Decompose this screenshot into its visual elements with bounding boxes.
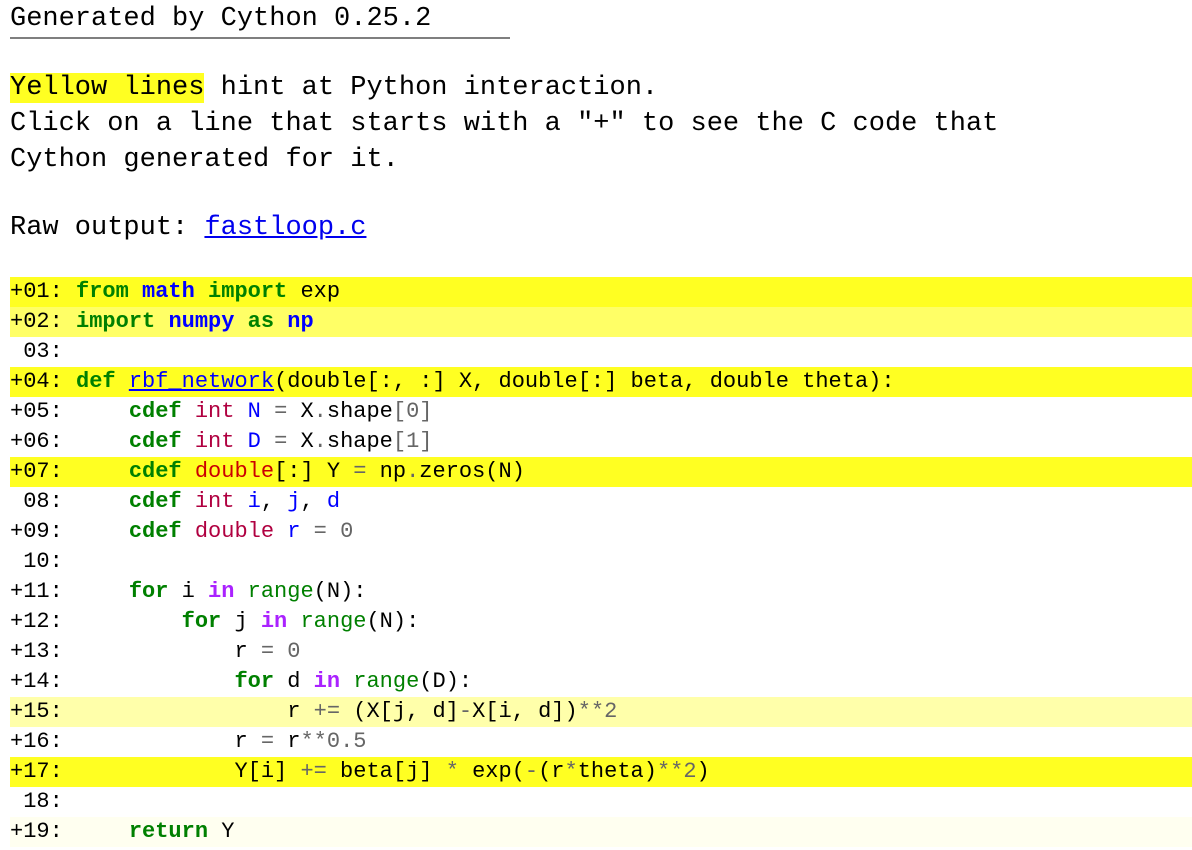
intro-line1-rest: hint at Python interaction. xyxy=(204,73,659,103)
line-number: +14: xyxy=(10,669,63,694)
code-line-11[interactable]: +11: for i in range(N): xyxy=(10,577,1192,607)
code-line-03: 03: xyxy=(10,337,1192,367)
line-number: +11: xyxy=(10,579,63,604)
code-line-12[interactable]: +12: for j in range(N): xyxy=(10,607,1192,637)
line-number: +13: xyxy=(10,639,63,664)
code-line-10: 10: xyxy=(10,547,1192,577)
intro-text: Yellow lines hint at Python interaction.… xyxy=(10,70,998,178)
line-number: +07: xyxy=(10,459,63,484)
code-line-16[interactable]: +16: r = r**0.5 xyxy=(10,727,1192,757)
code-line-18: 18: xyxy=(10,787,1192,817)
line-number: +05: xyxy=(10,399,63,424)
line-number: +02: xyxy=(10,309,63,334)
code-line-13[interactable]: +13: r = 0 xyxy=(10,637,1192,667)
line-number: +17: xyxy=(10,759,63,784)
page-title: Generated by Cython 0.25.2 xyxy=(10,4,432,34)
cython-annotation-page: Generated by Cython 0.25.2 Yellow lines … xyxy=(0,0,1192,850)
code-line-04[interactable]: +04: def rbf_network(double[:, :] X, dou… xyxy=(10,367,1192,397)
code-line-17[interactable]: +17: Y[i] += beta[j] * exp(-(r*theta)**2… xyxy=(10,757,1192,787)
line-number: +06: xyxy=(10,429,63,454)
code-line-14[interactable]: +14: for d in range(D): xyxy=(10,667,1192,697)
line-number: +15: xyxy=(10,699,63,724)
line-number: +01: xyxy=(10,279,63,304)
raw-output-label: Raw output: xyxy=(10,213,205,243)
raw-output-link[interactable]: fastloop.c xyxy=(204,213,366,243)
line-number: +12: xyxy=(10,609,63,634)
code-line-09[interactable]: +09: cdef double r = 0 xyxy=(10,517,1192,547)
code-line-02[interactable]: +02: import numpy as np xyxy=(10,307,1192,337)
intro-line3: Cython generated for it. xyxy=(10,145,399,175)
code-line-06[interactable]: +06: cdef int D = X.shape[1] xyxy=(10,427,1192,457)
code-line-07[interactable]: +07: cdef double[:] Y = np.zeros(N) xyxy=(10,457,1192,487)
code-line-01[interactable]: +01: from math import exp xyxy=(10,277,1192,307)
code-line-19[interactable]: +19: return Y xyxy=(10,817,1192,847)
line-number: 18: xyxy=(10,789,63,814)
line-number: +19: xyxy=(10,819,63,844)
intro-line2: Click on a line that starts with a "+" t… xyxy=(10,109,999,139)
raw-output: Raw output: fastloop.c xyxy=(10,210,366,246)
line-number: +09: xyxy=(10,519,63,544)
code-line-15[interactable]: +15: r += (X[j, d]-X[i, d])**2 xyxy=(10,697,1192,727)
code-line-08: 08: cdef int i, j, d xyxy=(10,487,1192,517)
title-underline xyxy=(10,37,510,39)
yellow-lines-highlight: Yellow lines xyxy=(10,73,205,103)
line-number: 08: xyxy=(10,489,63,514)
line-number: 10: xyxy=(10,549,63,574)
line-number: +04: xyxy=(10,369,63,394)
line-number: +16: xyxy=(10,729,63,754)
code-line-05[interactable]: +05: cdef int N = X.shape[0] xyxy=(10,397,1192,427)
code-listing: +01: from math import exp +02: import nu… xyxy=(10,277,1192,847)
line-number: 03: xyxy=(10,339,63,364)
